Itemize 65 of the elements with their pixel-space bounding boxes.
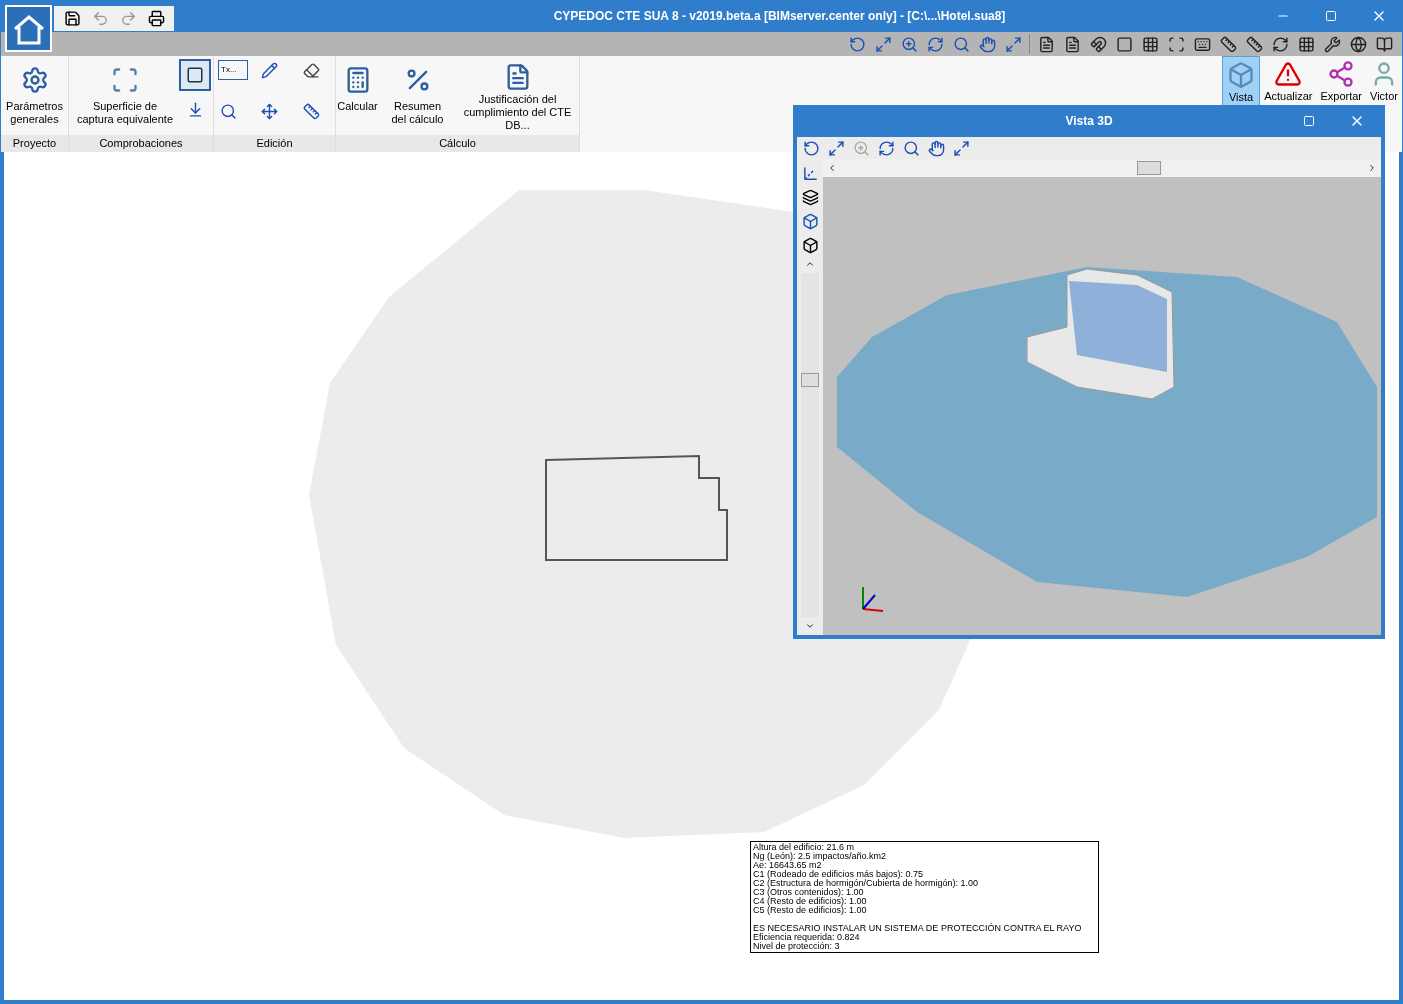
scroll-right-icon <box>1367 163 1377 173</box>
zoom-extents-icon[interactable] <box>873 34 893 54</box>
ribbon-button[interactable]: Resumen del cálculo <box>387 56 448 132</box>
result-line: C1 (Rodeado de edificios más bajos): 0.75 <box>753 870 925 879</box>
pan-icon[interactable] <box>926 138 946 158</box>
ribbon-button[interactable]: Vista <box>1222 56 1261 108</box>
ribbon-button[interactable]: Parámetros generales <box>1 56 68 132</box>
layers-icon[interactable] <box>800 187 820 207</box>
globe-icon[interactable] <box>1348 34 1368 54</box>
maximize-icon <box>1303 115 1315 127</box>
rotate-view-icon[interactable] <box>847 34 867 54</box>
scroll-thumb[interactable] <box>1137 161 1161 175</box>
ribbon-button[interactable]: Justificación del cumplimiento del CTE DB... <box>447 56 588 132</box>
magnet-icon[interactable] <box>1088 34 1108 54</box>
cube-icon[interactable] <box>800 211 820 231</box>
group-label: Comprobaciones <box>69 135 213 152</box>
print-icon[interactable] <box>146 8 166 29</box>
ribbon-button[interactable]: Exportar <box>1316 56 1366 108</box>
scroll-down-icon <box>805 621 815 631</box>
ribbon-button[interactable]: Actualizar <box>1260 56 1317 108</box>
rotate-view-icon[interactable] <box>801 138 821 158</box>
result-line: ES NECESARIO INSTALAR UN SISTEMA DE PROTECCIÓN CONTRA EL RAYO <box>753 924 1083 933</box>
ribbon-button[interactable]: Victor <box>1366 56 1402 108</box>
group-label: Proyecto <box>1 135 68 152</box>
save-icon[interactable] <box>62 8 82 29</box>
tools-icon[interactable] <box>1322 34 1342 54</box>
zoom-window-icon[interactable] <box>951 34 971 54</box>
result-line: C5 (Resto de edificios): 1.00 <box>753 906 868 915</box>
scroll-left-icon <box>827 163 837 173</box>
group-label: Cálculo <box>336 135 579 152</box>
help-book-icon[interactable] <box>1374 34 1394 54</box>
window-title: CYPEDOC CTE SUA 8 - v2019.beta.a [BIMserver.center only] - [C:\...\Hotel.sua8] <box>553 8 1006 25</box>
result-line: C3 (Otros contenidos): 1.00 <box>753 888 864 897</box>
result-line: Eficiencia requerida: 0.824 <box>753 933 861 942</box>
cube-icon <box>1227 61 1256 89</box>
rectangle-tool-button[interactable] <box>179 59 211 91</box>
ribbon-button[interactable]: Calcular <box>327 56 388 132</box>
ribbon-button[interactable]: Superficie de captura equivalente <box>71 56 179 132</box>
move-icon[interactable] <box>259 101 280 122</box>
result-line: Ae: 16643.65 m2 <box>753 861 822 870</box>
window-title: Vista 3D <box>1064 113 1114 130</box>
result-line: Ng (León): 2.5 impactos/año.km2 <box>753 852 888 861</box>
grid-icon[interactable] <box>1140 34 1160 54</box>
result-line: Nivel de protección: 3 <box>753 942 841 951</box>
scroll-up-icon <box>805 259 815 269</box>
result-line: Altura del edificio: 21.6 m <box>753 843 856 852</box>
group-label: Edición <box>214 135 335 152</box>
maximize-icon <box>1325 10 1337 22</box>
pan-icon[interactable] <box>977 34 997 54</box>
redraw-icon[interactable] <box>925 34 945 54</box>
text-tool-button[interactable]: Tx... <box>218 60 248 80</box>
gear-icon <box>20 66 49 94</box>
square-icon[interactable] <box>1114 34 1134 54</box>
snap-icon[interactable] <box>1166 34 1186 54</box>
redraw-icon[interactable] <box>876 138 896 158</box>
result-line: C2 (Estructura de hormigón/Cubierta de hormigón): 1.00 <box>753 879 980 888</box>
zoom-extents-icon[interactable] <box>826 138 846 158</box>
app-logo-icon[interactable] <box>5 5 52 52</box>
result-line: C4 (Resto de edificios): 1.00 <box>753 897 868 906</box>
eraser-icon[interactable] <box>301 60 322 80</box>
pencil-icon[interactable] <box>259 60 280 80</box>
rectangle-icon <box>186 66 204 84</box>
zoom-window-icon[interactable] <box>901 138 921 158</box>
ruler-icon[interactable] <box>301 101 322 122</box>
scroll-thumb[interactable] <box>801 373 819 387</box>
